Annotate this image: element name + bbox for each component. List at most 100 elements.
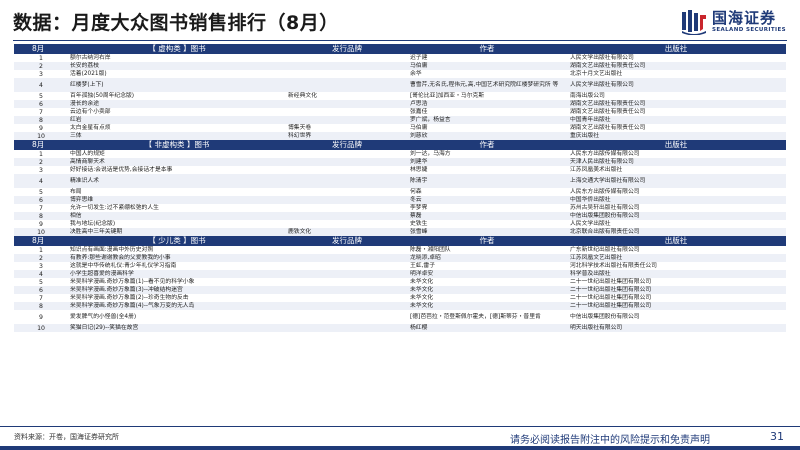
author-cell: 曹雪芹,无名氏,程伟元,高,中国艺术研究院红楼梦研究所 等 bbox=[408, 78, 566, 92]
table-row: 3 这就是中华传统礼仪:青少年礼仪学习指南 王虹,雷子 河北科学技术出版社有限责任公司 bbox=[14, 262, 786, 270]
author-cell: 未华文化 bbox=[410, 294, 434, 301]
brand-cell bbox=[286, 174, 408, 188]
rank-cell: 1 bbox=[39, 246, 43, 254]
col-author: 作者 bbox=[408, 44, 566, 54]
rank-cell: 6 bbox=[14, 196, 68, 204]
table-row: 6 博弈思维 冬云 中国华侨出版社 bbox=[14, 196, 786, 204]
brand-cell bbox=[286, 212, 408, 220]
table-row: 2 有教养:那些谢谢教会的父爱教我的小事 龙晓添,卓昭 江苏凤凰文艺出版社 bbox=[14, 254, 786, 262]
publisher-cell: 重庆出版社 bbox=[566, 132, 786, 140]
table-row: 8 红岩 罗广斌，杨益言 中国青年出版社 bbox=[14, 116, 786, 124]
author-cell: 刘慈欣 bbox=[408, 132, 566, 140]
publisher-cell: 二十一世纪出版社集团有限公司 bbox=[566, 286, 786, 294]
rank-cell: 4 bbox=[14, 270, 68, 278]
rank-cell: 6 bbox=[14, 100, 68, 108]
author-cell: 余华 bbox=[410, 70, 422, 77]
publisher-cell: 科学普及出版社 bbox=[566, 270, 786, 278]
publisher-cell: 中信出版集团股份有限公司 bbox=[566, 212, 786, 220]
author-cell: 刘一达，马海方 bbox=[410, 150, 451, 157]
table-header: 8月 【 少儿类 】图书 发行品牌 作者 出版社 bbox=[14, 236, 786, 246]
disclaimer-text: 请务必阅读报告附注中的风险提示和免责声明 bbox=[510, 435, 710, 446]
table-row: 6 漫长的余途 卢思浩 湖南文艺出版社有限责任公司 bbox=[14, 100, 786, 108]
author-cell: 何森 bbox=[410, 188, 422, 195]
title-cell: 米吴科学漫画.奇妙万象篇(1)--看不见的科学小象 bbox=[70, 278, 195, 285]
author-cell: 龙晓添,卓昭 bbox=[408, 254, 566, 262]
publisher-cell: 湖南文艺出版社有限责任公司 bbox=[566, 100, 786, 108]
rank-cell: 5 bbox=[39, 278, 43, 286]
brand-cell bbox=[286, 108, 408, 116]
table-row: 4 红楼梦(上下) 曹雪芹,无名氏,程伟元,高,中国艺术研究院红楼梦研究所 等人民文… bbox=[14, 78, 786, 92]
table-row: 3 好好接话:会说话是优势,会接话才是本事 林思婕 江苏凤凰美术出版社 bbox=[14, 166, 786, 174]
brand-cell bbox=[286, 188, 408, 196]
publisher-cell: 人民东方出版传媒有限公司 bbox=[570, 188, 640, 195]
brand-cell bbox=[286, 70, 408, 78]
col-brand: 发行品牌 bbox=[286, 236, 408, 246]
nonfiction-table: 8月 【 非虚构类 】图书 发行品牌 作者 出版社 1 中国人的规矩 刘一达，马海方… bbox=[14, 140, 786, 236]
author-cell: [哥伦比亚]加西亚・马尔克斯 bbox=[410, 92, 485, 99]
brand-cell: 新经典文化 bbox=[288, 92, 317, 99]
rank-cell: 3 bbox=[39, 70, 43, 78]
publisher-cell: 二十一世纪出版社集团有限公司 bbox=[566, 302, 786, 310]
rank-cell: 2 bbox=[14, 158, 68, 166]
title-cell: 漫长的余途 bbox=[68, 100, 286, 108]
title-cell: 云边有个小卖部 bbox=[70, 108, 111, 115]
brand-cell bbox=[286, 262, 408, 270]
author-cell: 卢思浩 bbox=[408, 100, 566, 108]
brand-cell bbox=[286, 116, 408, 124]
brand-cell: 科幻世界 bbox=[286, 132, 408, 140]
publisher-cell: 明天出版社有限公司 bbox=[566, 324, 786, 332]
title-cell: 有教养:那些谢谢教会的父爱教我的小事 bbox=[68, 254, 286, 262]
brand-cell bbox=[286, 150, 408, 158]
title-cell: 高情商聊天术 bbox=[68, 158, 286, 166]
rank-cell: 8 bbox=[14, 116, 68, 124]
title-cell: 布局 bbox=[70, 188, 82, 195]
publisher-cell: 二十一世纪出版社集团有限公司 bbox=[570, 294, 652, 301]
logo-cn-text: 国海证券 bbox=[711, 9, 776, 27]
rank-cell: 7 bbox=[39, 294, 43, 302]
author-cell: 王虹,雷子 bbox=[410, 262, 436, 269]
author-cell: 罗广斌，杨益言 bbox=[408, 116, 566, 124]
table-row: 8 米吴科学漫画.奇妙万象篇(4)--气象万变的无人岛 未华文化 二十一世纪出版社集团… bbox=[14, 302, 786, 310]
author-cell: 冬云 bbox=[408, 196, 566, 204]
brand-cell: 鹿铁文化 bbox=[286, 228, 408, 236]
brand-cell bbox=[286, 270, 408, 278]
col-brand: 发行品牌 bbox=[286, 44, 408, 54]
publisher-cell: 上海交通大学出版社有限公司 bbox=[566, 174, 786, 188]
logo-en-text: SEALAND SECURITIES bbox=[711, 27, 786, 33]
title-cell: 博弈思维 bbox=[68, 196, 286, 204]
publisher-cell: 中信出版集团股份有限公司 bbox=[570, 313, 640, 320]
rank-cell: 8 bbox=[14, 212, 68, 220]
title-cell: 米吴科学漫画.奇妙万象篇(2)--珍奇生物的反击 bbox=[70, 294, 189, 301]
publisher-cell: 人民东方出版传媒有限公司 bbox=[570, 150, 640, 157]
title-cell: 决胜高中三年关键期 bbox=[68, 228, 286, 236]
title-cell: 这就是中华传统礼仪:青少年礼仪学习指南 bbox=[70, 262, 177, 269]
title-cell: 米吴科学漫画.奇妙万象篇(3)--冲破结构迷宫 bbox=[68, 286, 286, 294]
rank-cell: 5 bbox=[39, 92, 43, 100]
author-cell: 明洋卓安 bbox=[408, 270, 566, 278]
brand-cell bbox=[286, 100, 408, 108]
title-cell: 我与地坛(纪念版) bbox=[70, 220, 116, 227]
publisher-cell: 天津人民出版社有限公司 bbox=[566, 158, 786, 166]
publisher-cell: 北京联合出版有限责任公司 bbox=[566, 228, 786, 236]
brand-cell bbox=[286, 254, 408, 262]
table-row: 7 允许一切发生:过不紧绷松弛的人生 李梦霁 苏州古吴轩出版社有限公司 bbox=[14, 204, 786, 212]
author-cell: 未华文化 bbox=[410, 278, 434, 285]
brand-cell bbox=[286, 310, 408, 324]
table-row: 2 高情商聊天术 刘建华 天津人民出版社有限公司 bbox=[14, 158, 786, 166]
footer-rule bbox=[0, 426, 800, 427]
col-publisher: 出版社 bbox=[566, 44, 786, 54]
page-title: 数据：月度大众图书销售排行（8月） bbox=[13, 12, 339, 34]
rank-cell: 4 bbox=[14, 174, 68, 188]
title-cell: 百年孤独(50周年纪念版) bbox=[70, 92, 135, 99]
title-cell: 中国人的规矩 bbox=[70, 150, 105, 157]
rank-cell: 3 bbox=[39, 262, 43, 270]
table-row: 8 相信 蔡磊 中信出版集团股份有限公司 bbox=[14, 212, 786, 220]
publisher-cell: 中国青年出版社 bbox=[566, 116, 786, 124]
rank-cell: 10 bbox=[14, 228, 68, 236]
col-author: 作者 bbox=[408, 140, 566, 150]
rank-cell: 8 bbox=[14, 302, 68, 310]
table-row: 9 太白金星有点烦 博集天卷 马伯庸 湖南文艺出版社有限责任公司 bbox=[14, 124, 786, 132]
table-row: 3 活着(2021版) 余华 北京十月文艺出版社 bbox=[14, 70, 786, 78]
ranking-tables: 8月 【 虚构类 】图书 发行品牌 作者 出版社 1 额尔古纳河右岸 迟子建 人民文学… bbox=[14, 44, 786, 332]
rank-cell: 1 bbox=[39, 54, 43, 62]
